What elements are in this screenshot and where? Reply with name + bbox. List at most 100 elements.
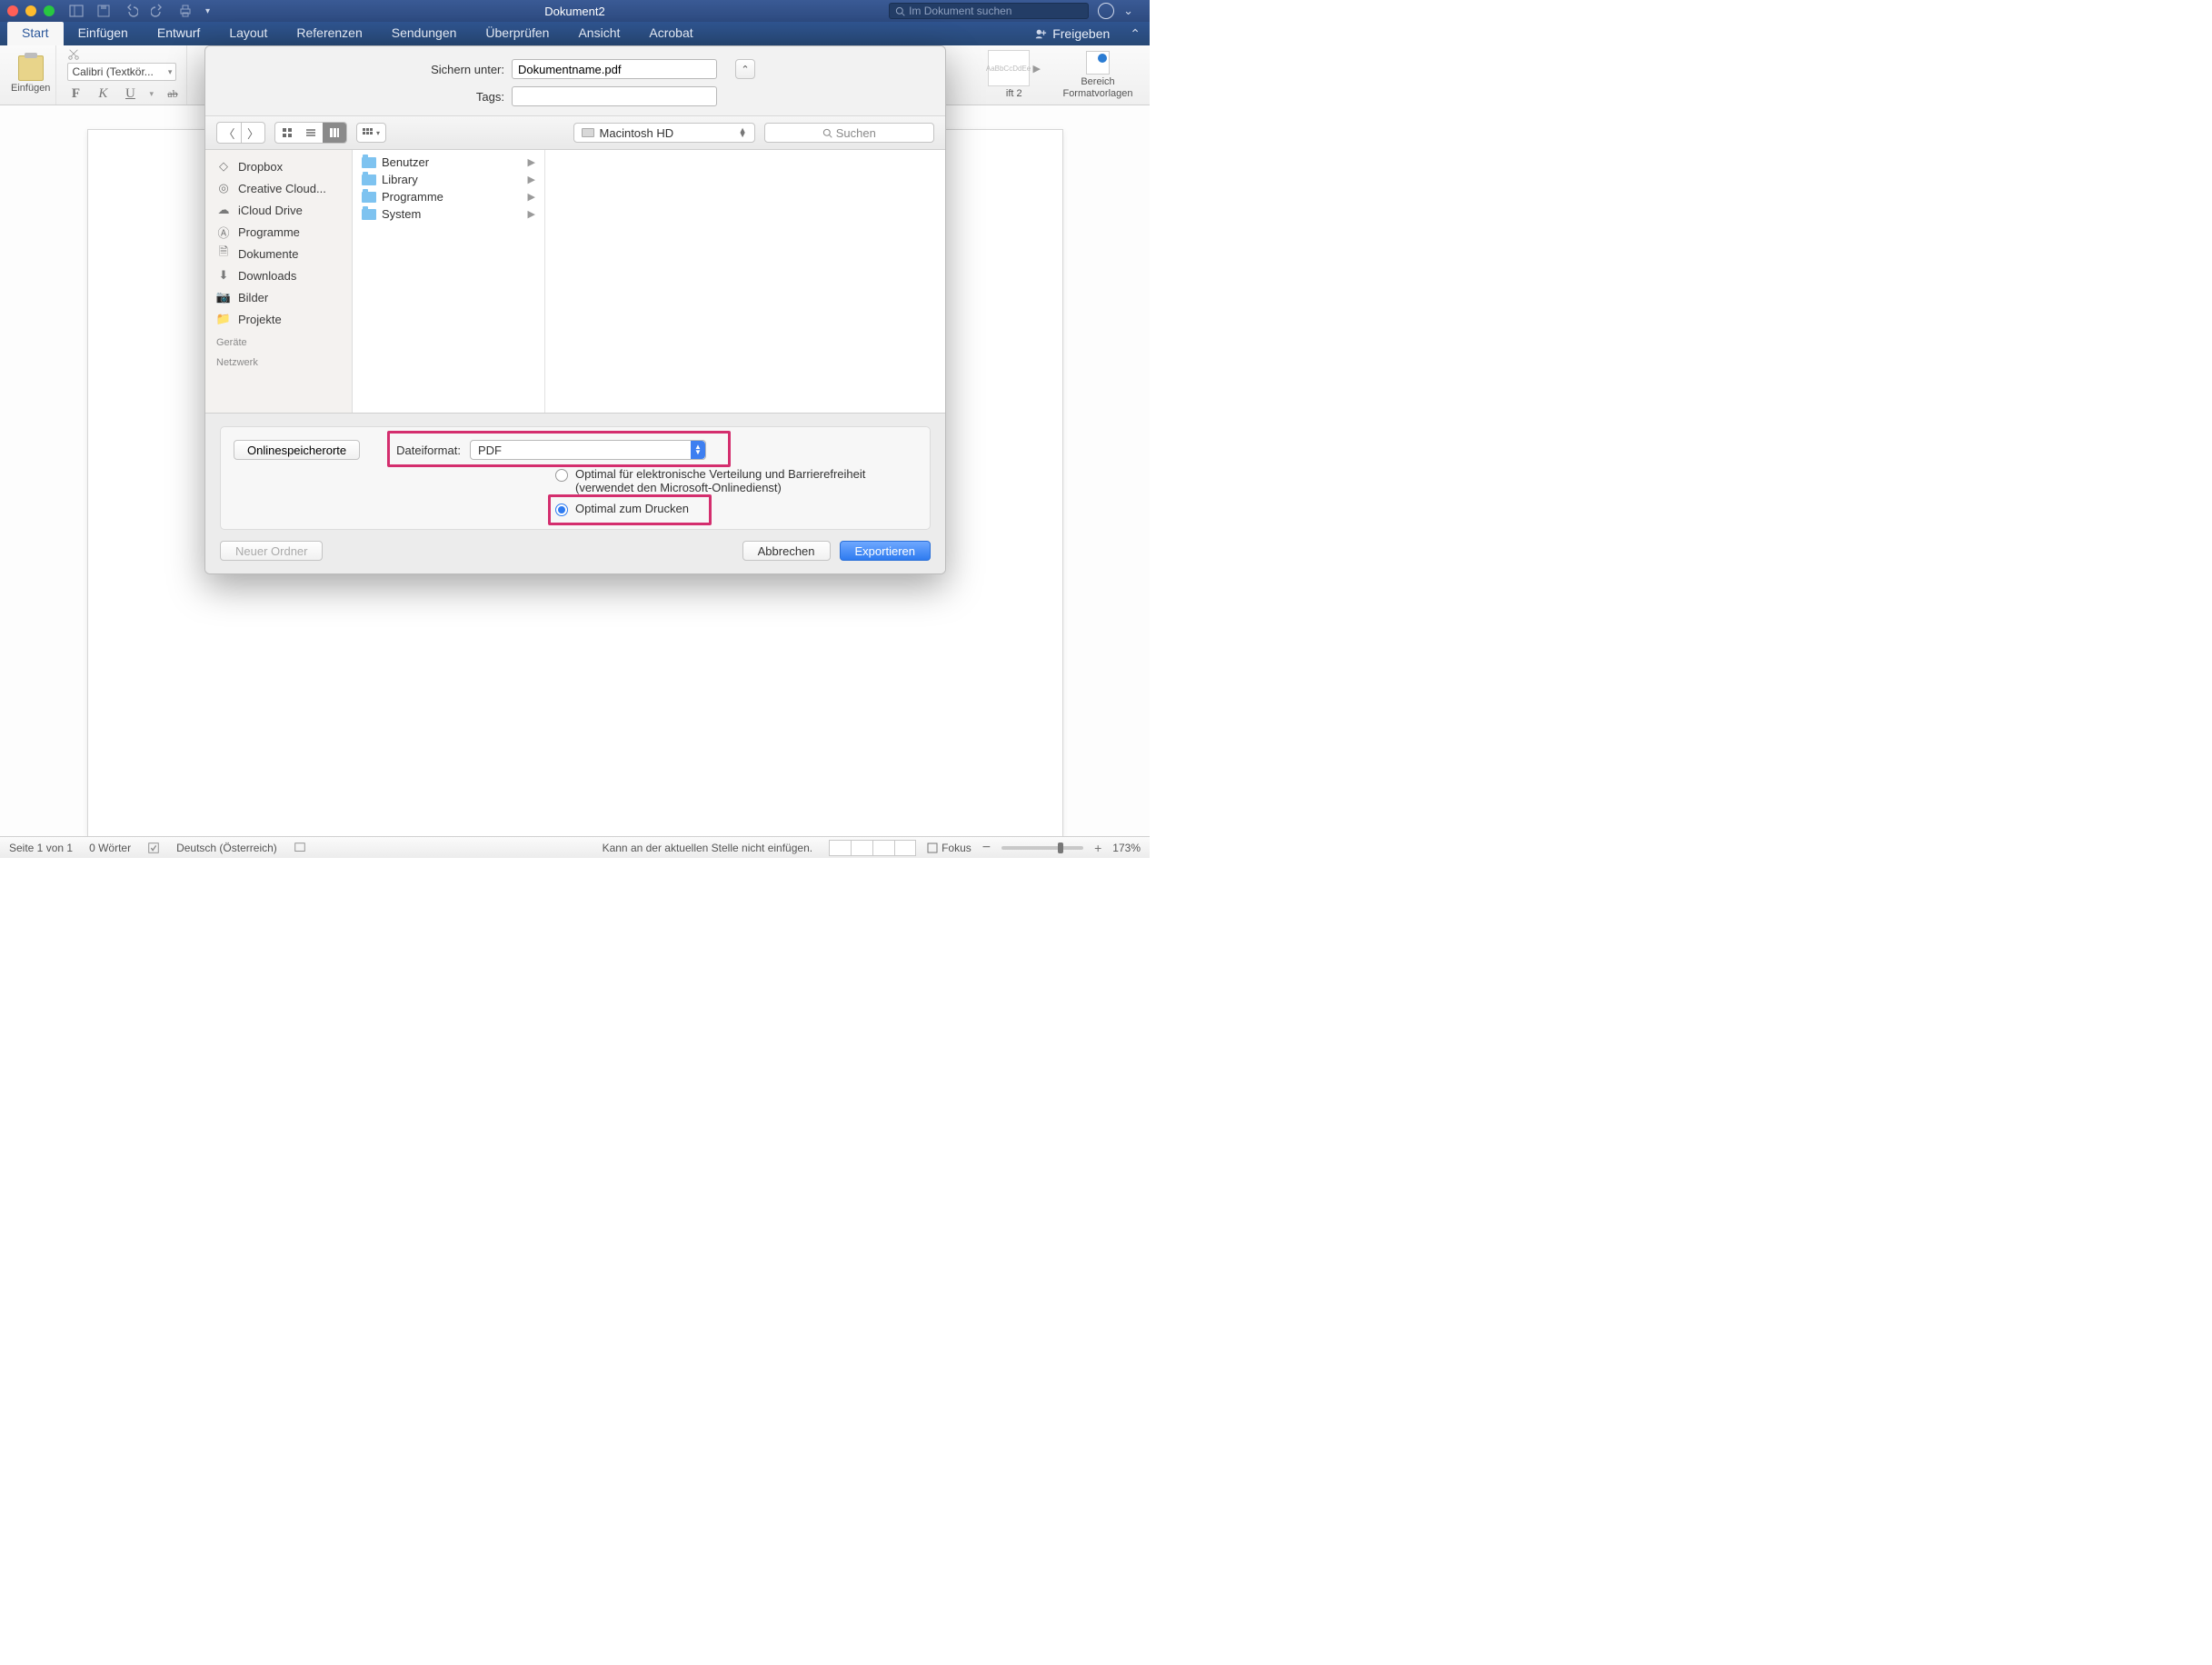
save-icon[interactable] [96,4,111,18]
icon-view-button[interactable] [275,123,299,143]
font-family-select[interactable]: Calibri (Textkör...▾ [67,63,176,81]
tab-design[interactable]: Entwurf [143,22,214,45]
radio-button[interactable] [555,469,568,482]
cut-icon[interactable] [67,48,80,61]
new-folder-button[interactable]: Neuer Ordner [220,541,323,561]
tab-start[interactable]: Start [7,22,64,45]
file-format-select[interactable]: PDF ▲▼ [470,440,706,460]
redo-icon[interactable] [151,4,165,18]
qat-more-icon[interactable]: ▾ [205,6,210,16]
online-locations-button[interactable]: Onlinespeicherorte [234,440,360,460]
forward-button[interactable]: 〉 [241,123,264,143]
location-dropdown[interactable]: Macintosh HD ▲▼ [573,123,755,143]
language-indicator[interactable]: Deutsch (Österreich) [176,842,277,854]
favorite-downloads[interactable]: ⬇Downloads [205,264,352,286]
tab-view[interactable]: Ansicht [563,22,634,45]
radio-button-checked[interactable] [555,503,568,516]
export-button[interactable]: Exportieren [840,541,931,561]
folder-icon [362,157,376,168]
view-buttons [829,840,916,856]
back-button[interactable]: 〈 [217,123,241,143]
feedback-icon[interactable] [1098,3,1114,19]
nav-buttons: 〈 〉 [216,122,265,144]
folder-users[interactable]: Benutzer▶ [353,154,544,171]
collapse-ribbon-icon[interactable]: ⌃ [1130,22,1141,45]
paste-icon[interactable] [18,55,44,81]
zoom-out-button[interactable]: − [982,840,991,856]
close-window-button[interactable] [7,5,18,16]
search-placeholder: Im Dokument suchen [909,5,1011,17]
favorite-applications[interactable]: ⒶProgramme [205,221,352,243]
chevron-right-icon: ▶ [528,174,535,185]
column-view-button[interactable] [323,123,346,143]
cancel-button[interactable]: Abbrechen [742,541,831,561]
styles-pane-icon[interactable] [1086,51,1110,75]
tab-insert[interactable]: Einfügen [64,22,143,45]
folder-applications[interactable]: Programme▶ [353,188,544,205]
tab-acrobat[interactable]: Acrobat [634,22,707,45]
favorite-icloud[interactable]: ☁iCloud Drive [205,199,352,221]
group-by-button[interactable]: ▾ [356,123,386,143]
radio-distribution-sub: (verwendet den Microsoft-Onlinedienst) [575,481,782,494]
focus-mode-button[interactable]: Fokus [927,842,971,854]
zoom-in-button[interactable]: + [1094,841,1101,855]
radio-distribution[interactable]: Optimal für elektronische Verteilung und… [555,467,917,494]
finder-search-field[interactable]: Suchen [764,123,935,143]
tab-review[interactable]: Überprüfen [471,22,563,45]
favorite-dropbox[interactable]: ◇Dropbox [205,155,352,177]
minimize-window-button[interactable] [25,5,36,16]
underline-button[interactable]: U [122,86,138,102]
radio-distribution-label: Optimal für elektronische Verteilung und… [575,467,865,481]
tab-mailings[interactable]: Sendungen [377,22,472,45]
bold-button[interactable]: F [67,86,84,102]
disk-icon [582,128,594,137]
favorite-pictures[interactable]: 📷Bilder [205,286,352,308]
list-view-button[interactable] [299,123,323,143]
pictures-icon: 📷 [216,290,231,304]
tags-input[interactable] [512,86,717,106]
notes-icon[interactable] [294,842,306,854]
spellcheck-icon[interactable] [147,842,160,854]
dialog-bottom: Onlinespeicherorte Dateiformat: PDF ▲▼ O… [205,414,945,573]
tab-references[interactable]: Referenzen [282,22,376,45]
finder-column-1: Benutzer▶ Library▶ Programme▶ System▶ [353,150,545,413]
draft-view[interactable] [894,840,916,856]
page-counter[interactable]: Seite 1 von 1 [9,842,73,854]
tab-layout[interactable]: Layout [214,22,282,45]
outline-view[interactable] [872,840,894,856]
cloud-icon: ☁ [216,203,231,217]
web-layout-view[interactable] [851,840,872,856]
document-search-field[interactable]: Im Dokument suchen [889,3,1089,19]
zoom-slider[interactable] [1001,846,1083,850]
italic-button[interactable]: K [95,86,111,102]
undo-icon[interactable] [124,4,138,18]
filename-input[interactable] [512,59,717,79]
strikethrough-button[interactable]: ab [164,87,181,101]
folder-system[interactable]: System▶ [353,205,544,223]
style-preview[interactable]: AaBbCcDdEe [988,50,1030,86]
favorite-creative-cloud[interactable]: ◎Creative Cloud... [205,177,352,199]
font-group: Calibri (Textkör...▾ F K U ▾ ab [62,45,187,105]
print-icon[interactable] [178,4,193,18]
collapse-dialog-button[interactable]: ⌃ [735,59,755,79]
zoom-level[interactable]: 173% [1112,842,1141,854]
sidebar-toggle-icon[interactable] [69,4,84,18]
word-count[interactable]: 0 Wörter [89,842,131,854]
dialog-header: Sichern unter: ⌃ Tags: [205,46,945,115]
zoom-window-button[interactable] [44,5,55,16]
favorite-projects[interactable]: 📁Projekte [205,308,352,330]
paste-label: Einfügen [11,83,50,94]
titlebar: ▾ Dokument2 Im Dokument suchen ⌄ [0,0,1150,22]
folder-library[interactable]: Library▶ [353,171,544,188]
share-button[interactable]: Freigeben [1023,22,1121,45]
devices-header: Geräte [205,330,352,350]
radio-print-label: Optimal zum Drucken [575,502,689,515]
finder-body: ◇Dropbox ◎Creative Cloud... ☁iCloud Driv… [205,150,945,414]
save-dialog: Sichern unter: ⌃ Tags: 〈 〉 ▾ Macintosh H… [204,45,946,574]
dropbox-icon: ◇ [216,159,231,174]
chevron-right-icon: ▶ [528,156,535,168]
print-layout-view[interactable] [829,840,851,856]
titlebar-chevron-icon[interactable]: ⌄ [1123,4,1133,18]
radio-print[interactable]: Optimal zum Drucken [555,502,917,516]
favorite-documents[interactable]: 🗎Dokumente [205,243,352,264]
